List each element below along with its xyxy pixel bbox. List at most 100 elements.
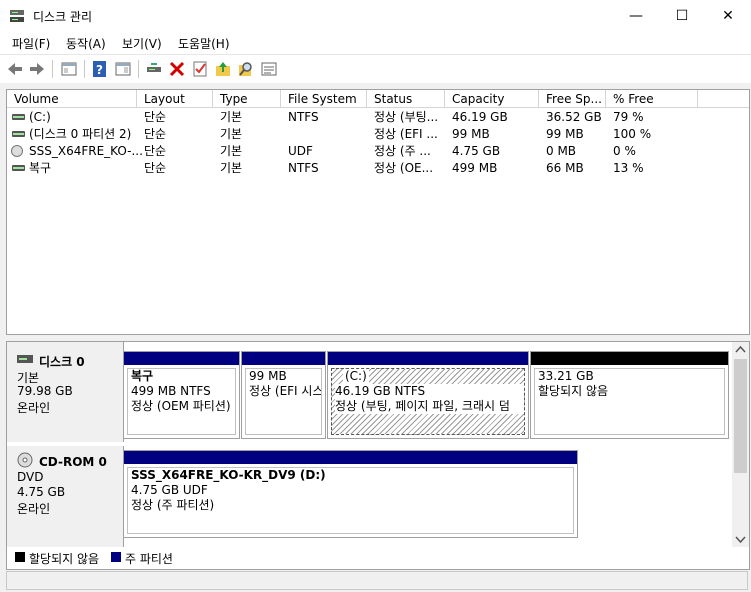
volume-icon bbox=[12, 114, 25, 120]
disk-management-app-icon bbox=[10, 10, 24, 22]
cell-layout: 단순 bbox=[144, 127, 167, 141]
partition-label: 복구 bbox=[131, 369, 154, 383]
show-hide-action-pane-icon[interactable] bbox=[114, 60, 132, 78]
cell-free-space: 66 MB bbox=[546, 161, 584, 175]
partition-size: 46.19 GB NTFS bbox=[335, 384, 524, 399]
cell-type: 기본 bbox=[220, 110, 243, 124]
settings-list-icon[interactable] bbox=[260, 60, 278, 78]
svg-text:?: ? bbox=[96, 63, 103, 77]
open-folder-up-icon[interactable] bbox=[214, 60, 232, 78]
cell-volume: (C:) bbox=[29, 110, 51, 124]
cell-layout: 단순 bbox=[144, 161, 167, 175]
partition-unallocated[interactable]: 33.21 GB 할당되지 않음 bbox=[530, 351, 729, 439]
search-icon[interactable] bbox=[237, 60, 255, 78]
menu-file[interactable]: 파일(F) bbox=[12, 35, 50, 52]
back-arrow-icon[interactable] bbox=[6, 60, 24, 78]
column-header-volume[interactable]: Volume bbox=[7, 90, 137, 108]
disk-icon bbox=[17, 355, 33, 363]
table-row[interactable]: SSS_X64FRE_KO-... 단순 기본 UDF 정상 (주 ... 4.… bbox=[7, 143, 749, 160]
column-header-file-system[interactable]: File System bbox=[281, 90, 367, 108]
partition-recovery[interactable]: 복구 499 MB NTFS 정상 (OEM 파티션) bbox=[123, 351, 240, 439]
close-button[interactable]: ✕ bbox=[705, 0, 751, 32]
cell-percent-free: 79 % bbox=[613, 110, 644, 124]
menu-view[interactable]: 보기(V) bbox=[122, 35, 162, 52]
volume-icon bbox=[12, 165, 25, 171]
disk-0-label[interactable]: 디스크 0 기본 79.98 GB 온라인 bbox=[7, 342, 124, 442]
help-icon[interactable]: ? bbox=[91, 60, 109, 78]
window-title: 디스크 관리 bbox=[33, 10, 93, 24]
cell-file-system: NTFS bbox=[288, 110, 319, 124]
unallocated-swatch bbox=[15, 552, 25, 562]
partition-efi[interactable]: 99 MB 정상 (EFI 시스 bbox=[241, 351, 326, 439]
disk-graphical-view: 디스크 0 기본 79.98 GB 온라인 복구 499 MB NTFS 정상 … bbox=[6, 341, 750, 548]
partition-cdrom-d[interactable]: SSS_X64FRE_KO-KR_DV9 (D:) 4.75 GB UDF 정상… bbox=[123, 450, 578, 538]
legend: 할당되지 않음 주 파티션 bbox=[6, 547, 750, 570]
partition-status: 할당되지 않음 bbox=[538, 384, 609, 398]
scroll-down-icon[interactable] bbox=[735, 535, 746, 544]
column-header-filler bbox=[698, 90, 749, 108]
vertical-scrollbar[interactable] bbox=[732, 342, 749, 547]
cell-volume: (디스크 0 파티션 2) bbox=[29, 127, 132, 141]
cell-type: 기본 bbox=[220, 127, 243, 141]
primary-partition-swatch bbox=[111, 552, 121, 562]
delete-icon[interactable] bbox=[168, 60, 186, 78]
partition-status: 정상 (주 파티션) bbox=[131, 498, 215, 512]
cell-free-space: 36.52 GB bbox=[546, 110, 602, 124]
table-row[interactable]: (디스크 0 파티션 2) 단순 기본 정상 (EFI ... 99 MB 99… bbox=[7, 126, 749, 143]
toolbar: ? bbox=[0, 54, 751, 83]
legend-unallocated: 할당되지 않음 bbox=[29, 552, 100, 566]
scroll-thumb[interactable] bbox=[734, 359, 747, 473]
disk-size: 4.75 GB bbox=[17, 485, 66, 499]
partition-size: 4.75 GB UDF bbox=[131, 483, 208, 497]
cell-layout: 단순 bbox=[144, 144, 167, 158]
partition-status: 정상 (EFI 시스 bbox=[249, 384, 322, 398]
cell-status: 정상 (EFI ... bbox=[374, 127, 438, 141]
primary-partition-bar bbox=[124, 451, 577, 464]
maximize-button[interactable]: ☐ bbox=[659, 0, 705, 32]
menu-help[interactable]: 도움말(H) bbox=[178, 35, 230, 52]
primary-partition-bar bbox=[328, 352, 528, 365]
disk-type: DVD bbox=[17, 470, 44, 484]
console-tree-icon[interactable] bbox=[60, 60, 78, 78]
legend-primary: 주 파티션 bbox=[125, 552, 173, 566]
cell-layout: 단순 bbox=[144, 110, 167, 124]
disk-name: 디스크 0 bbox=[39, 355, 85, 369]
connect-drive-icon[interactable] bbox=[145, 60, 163, 78]
cell-type: 기본 bbox=[220, 144, 243, 158]
volume-icon bbox=[12, 131, 25, 137]
column-header-free-space[interactable]: Free Sp... bbox=[539, 90, 606, 108]
disk-size: 79.98 GB bbox=[17, 384, 73, 398]
table-row[interactable]: 복구 단순 기본 NTFS 정상 (OE... 499 MB 66 MB 13 … bbox=[7, 160, 749, 177]
partition-label: SSS_X64FRE_KO-KR_DV9 (D:) bbox=[131, 468, 326, 482]
partition-c[interactable]: (C:) 46.19 GB NTFS 정상 (부팅, 페이지 파일, 크래시 덤 bbox=[327, 351, 529, 439]
column-header-type[interactable]: Type bbox=[213, 90, 281, 108]
column-header-status[interactable]: Status bbox=[367, 90, 445, 108]
maximize-icon: ☐ bbox=[675, 8, 689, 24]
minimize-button[interactable]: — bbox=[613, 0, 659, 32]
scroll-up-icon[interactable] bbox=[735, 345, 746, 354]
partition-label: (C:) bbox=[343, 369, 369, 384]
column-header-capacity[interactable]: Capacity bbox=[445, 90, 539, 108]
cell-percent-free: 100 % bbox=[613, 127, 652, 141]
forward-arrow-icon[interactable] bbox=[28, 60, 46, 78]
cdrom-0-label[interactable]: CD-ROM 0 DVD 4.75 GB 온라인 bbox=[7, 446, 124, 547]
disk-status: 온라인 bbox=[17, 401, 51, 415]
cell-file-system: NTFS bbox=[288, 161, 319, 175]
properties-icon[interactable] bbox=[191, 60, 209, 78]
partition-size: 99 MB bbox=[249, 369, 287, 383]
partition-size: 499 MB NTFS bbox=[131, 384, 211, 398]
cell-status: 정상 (OE... bbox=[374, 161, 434, 175]
minimize-icon: — bbox=[629, 8, 643, 24]
cell-type: 기본 bbox=[220, 161, 243, 175]
column-header-layout[interactable]: Layout bbox=[137, 90, 213, 108]
cd-icon bbox=[11, 145, 23, 157]
column-header-percent-free[interactable]: % Free bbox=[606, 90, 698, 108]
cell-status: 정상 (주 ... bbox=[374, 144, 431, 158]
cell-capacity: 46.19 GB bbox=[452, 110, 508, 124]
close-icon: ✕ bbox=[722, 8, 734, 24]
cell-capacity: 99 MB bbox=[452, 127, 490, 141]
table-row[interactable]: (C:) 단순 기본 NTFS 정상 (부팅... 46.19 GB 36.52… bbox=[7, 109, 749, 126]
cell-file-system: UDF bbox=[288, 144, 313, 158]
primary-partition-bar bbox=[242, 352, 325, 365]
menu-action[interactable]: 동작(A) bbox=[66, 35, 106, 52]
